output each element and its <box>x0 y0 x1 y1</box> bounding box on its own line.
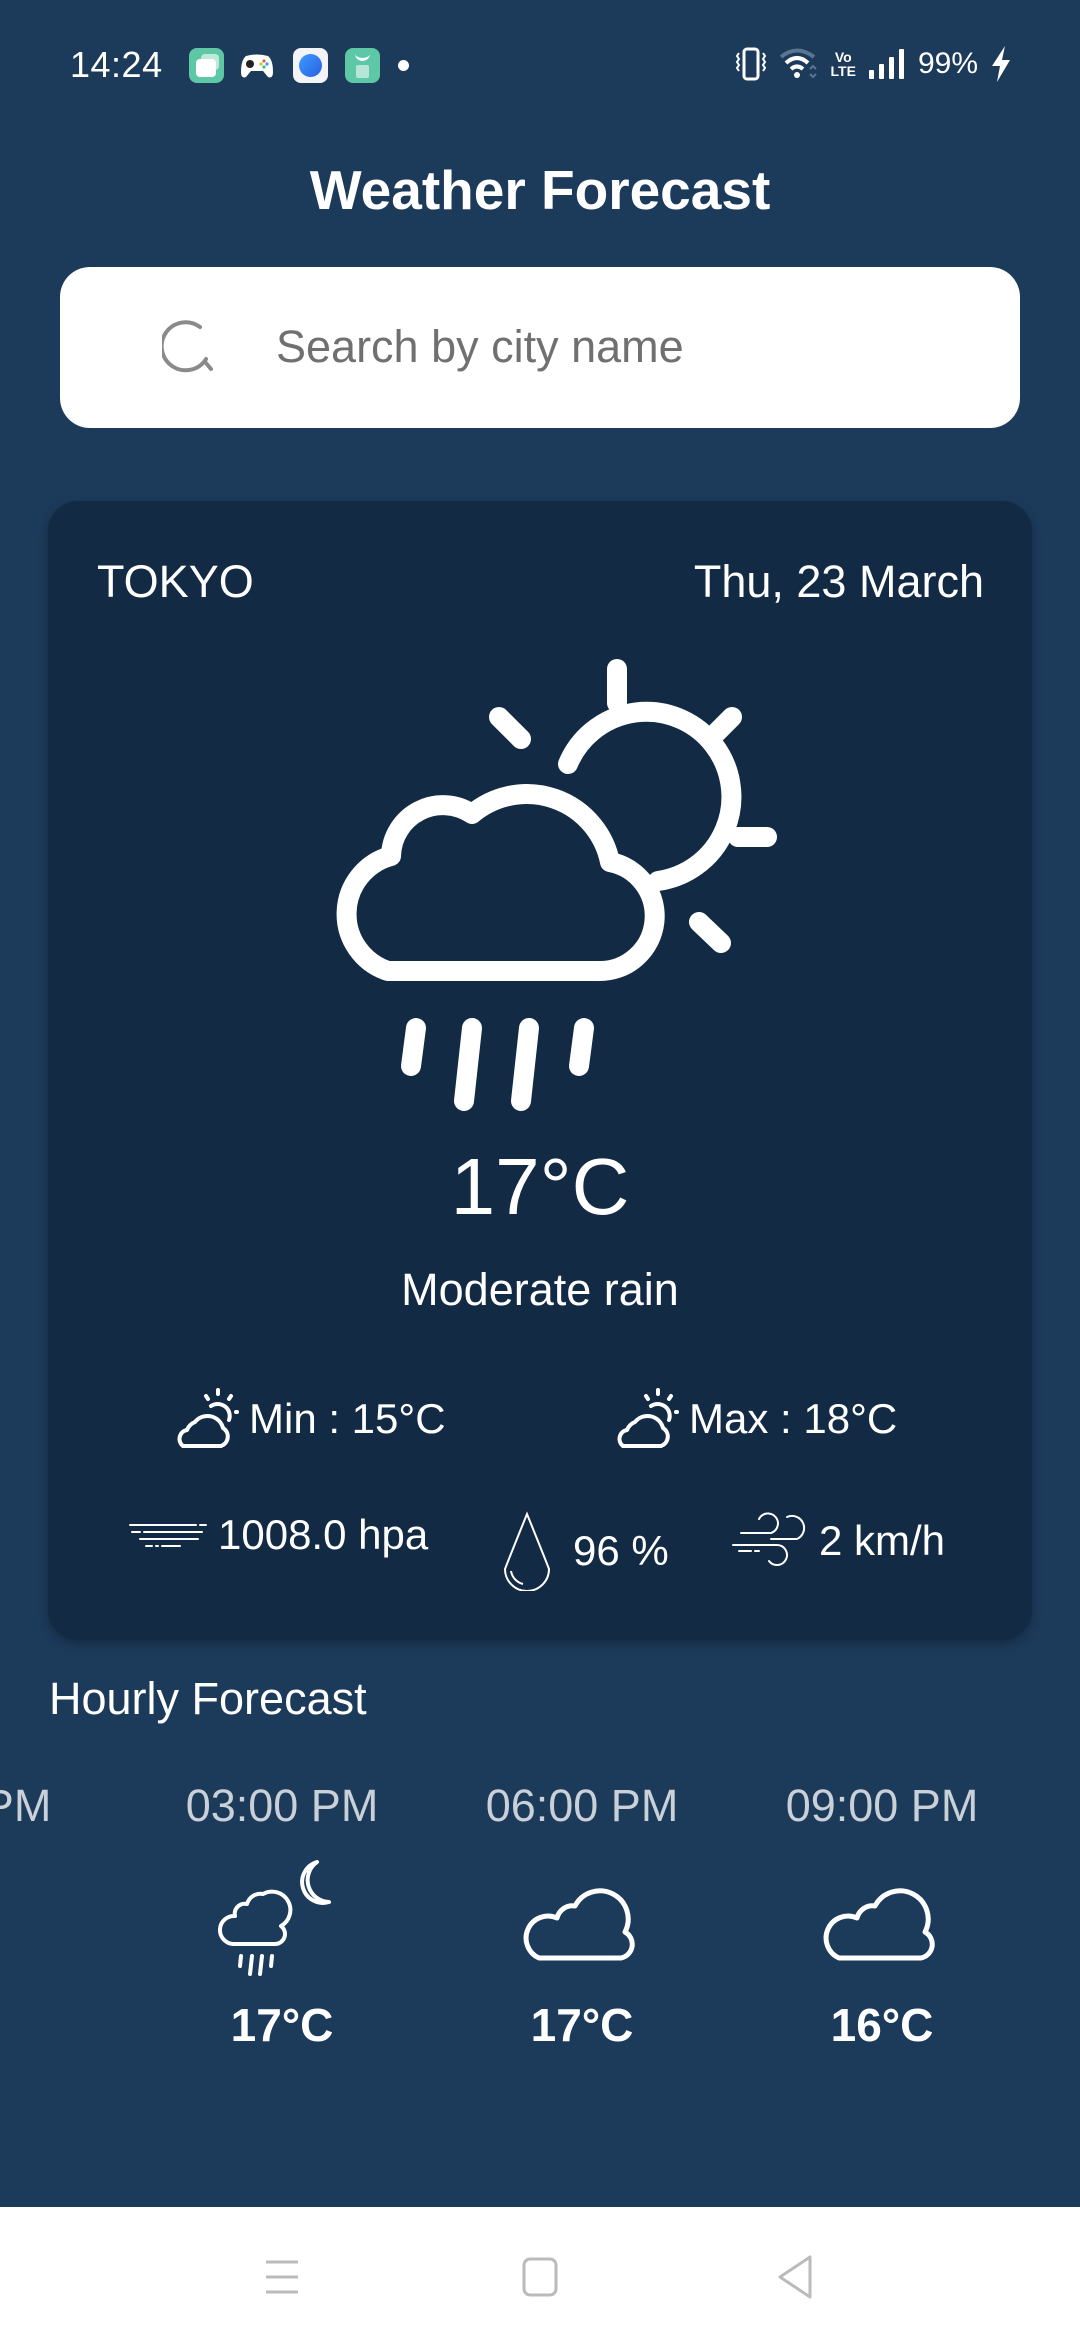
max-temperature: Max : 18°C <box>613 1386 897 1452</box>
hourly-forecast-list[interactable]: 12:00 PM 03:00 PM 17°C 06:00 PM 17°C 09:… <box>0 1780 1080 2080</box>
cloud-icon <box>823 1888 935 1961</box>
hourly-temperature: 16°C <box>830 1999 934 2051</box>
home-icon <box>522 2257 558 2297</box>
signal-icon <box>868 49 904 79</box>
game-controller-icon <box>241 54 273 78</box>
weather-condition: Moderate rain <box>401 1264 679 1315</box>
current-weather-card: TOKYO Thu, 23 March 17°C Moderate rain M… <box>48 501 1032 1640</box>
browser-planet-icon <box>293 48 328 83</box>
home-button[interactable] <box>510 2247 570 2307</box>
cloud-icon <box>523 1888 635 1961</box>
partly-cloudy-icon <box>617 1388 679 1448</box>
hourly-time: 09:00 PM <box>785 1780 979 1831</box>
back-icon <box>778 2255 812 2299</box>
pressure-stat: 1008.0 hpa <box>128 1511 428 1559</box>
status-system-icons: Vo LTE 99% <box>735 44 1012 84</box>
wind-value: 2 km/h <box>819 1517 946 1564</box>
app-store-icon <box>345 48 380 83</box>
pressure-icon <box>129 1524 207 1547</box>
hourly-forecast-title: Hourly Forecast <box>49 1673 367 1724</box>
recent-apps-button[interactable] <box>252 2247 312 2307</box>
hourly-time: 03:00 PM <box>185 1780 379 1831</box>
cloud-sun-rain-icon <box>336 659 777 1111</box>
wind-icon <box>732 1512 806 1566</box>
wifi-icon <box>779 48 817 79</box>
search-box[interactable] <box>60 267 1020 428</box>
search-input[interactable] <box>276 307 976 387</box>
cloud-moon-rain-icon <box>217 1860 331 1976</box>
search-icon[interactable] <box>162 319 218 375</box>
hourly-temperature: 17°C <box>230 1999 334 2051</box>
status-bar: 14:24 Vo LTE 99% <box>0 0 1080 130</box>
hourly-time: 06:00 PM <box>485 1780 679 1831</box>
humidity-value: 96 % <box>573 1527 669 1574</box>
hourly-item: 03:00 PM 17°C <box>152 1780 412 2052</box>
more-notifications-dot-icon <box>398 60 409 71</box>
volte-icon: Vo LTE <box>830 49 856 79</box>
hourly-time: 12:00 PM <box>0 1780 52 1831</box>
app-cards-icon <box>189 48 224 83</box>
pressure-value: 1008.0 hpa <box>218 1511 429 1558</box>
current-date: Thu, 23 March <box>693 556 984 607</box>
hourly-item: 06:00 PM 17°C <box>452 1780 712 2052</box>
menu-icon <box>266 2260 298 2294</box>
hourly-item: 12:00 PM <box>0 1780 85 1832</box>
battery-percentage: 99% <box>917 47 978 80</box>
status-time: 14:24 <box>70 44 163 85</box>
charging-bolt-icon <box>992 46 1010 82</box>
min-temperature-label: Min : 15°C <box>249 1395 446 1442</box>
system-navigation-bar <box>0 2207 1080 2340</box>
page-title: Weather Forecast <box>309 159 771 221</box>
current-temperature: 17°C <box>450 1142 630 1231</box>
partly-cloudy-icon <box>177 1388 239 1448</box>
city-name: TOKYO <box>97 556 254 607</box>
wind-stat: 2 km/h <box>731 1511 945 1571</box>
min-temperature: Min : 15°C <box>173 1386 446 1452</box>
hourly-item: 09:00 PM 16°C <box>752 1780 1012 2052</box>
vibrate-icon <box>735 47 766 81</box>
hourly-temperature: 17°C <box>530 1999 634 2051</box>
humidity-drop-icon <box>503 1511 551 1591</box>
max-temperature-label: Max : 18°C <box>689 1395 898 1442</box>
back-button[interactable] <box>766 2247 826 2307</box>
humidity-stat: 96 % <box>501 1511 669 1591</box>
